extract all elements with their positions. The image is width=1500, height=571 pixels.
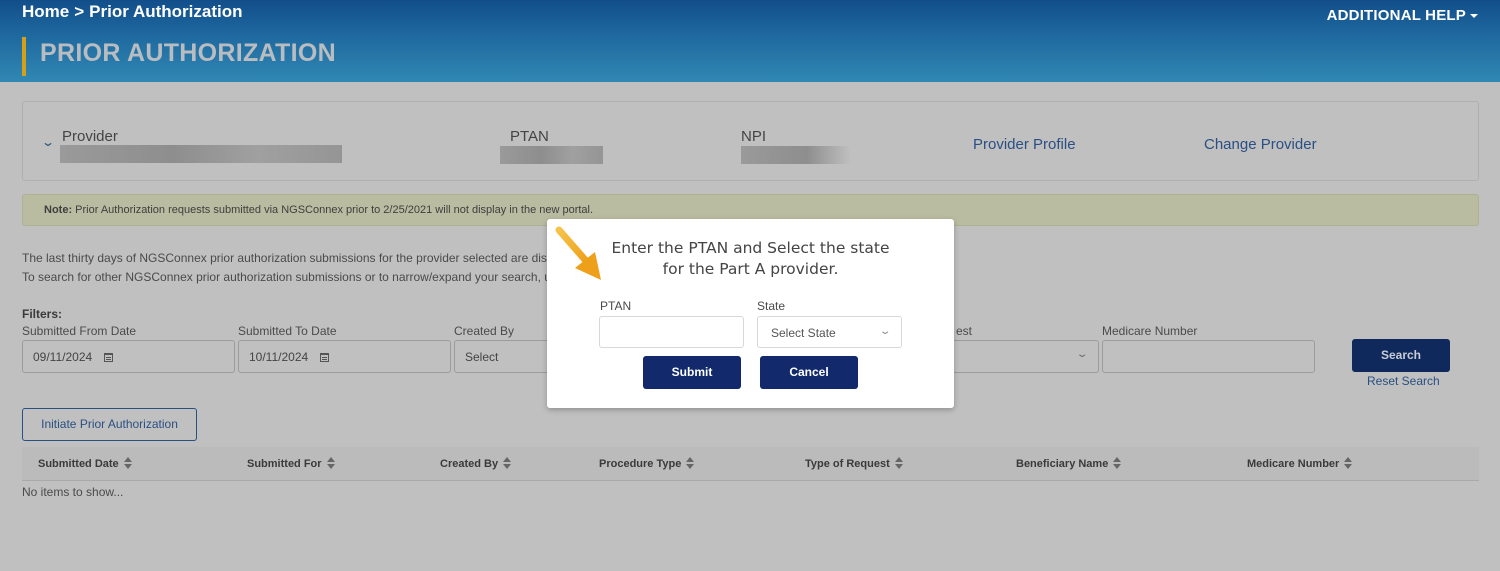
note-label: Note: (44, 204, 73, 216)
additional-help-label: ADDITIONAL HELP (1326, 7, 1466, 24)
breadcrumb-separator: > (74, 2, 85, 21)
column-medicare-number[interactable]: Medicare Number (1247, 457, 1353, 470)
page-title: PRIOR AUTHORIZATION (40, 39, 336, 67)
calendar-icon[interactable] (104, 353, 114, 362)
column-submitted-for[interactable]: Submitted For (247, 457, 336, 470)
created-by-value: Select (465, 350, 499, 364)
column-beneficiary-name[interactable]: Beneficiary Name (1016, 457, 1122, 470)
info-text-line2: To search for other NGSConnex prior auth… (22, 270, 551, 284)
submitted-from-label: Submitted From Date (22, 324, 137, 338)
modal-state-select[interactable]: Select State ⌄ (757, 316, 902, 348)
filters-title: Filters: (22, 307, 63, 321)
sort-icon[interactable] (326, 457, 336, 469)
modal-state-placeholder: Select State (771, 326, 836, 340)
medicare-number-input[interactable] (1102, 340, 1315, 373)
breadcrumb-current: Prior Authorization (89, 2, 243, 21)
provider-profile-link[interactable]: Provider Profile (973, 136, 1076, 153)
type-of-request-select[interactable]: ⌄ (954, 340, 1099, 373)
submitted-from-value: 09/11/2024 (33, 350, 93, 364)
chevron-down-icon: ⌄ (878, 326, 892, 337)
additional-help-menu[interactable]: ADDITIONAL HELP (1327, 7, 1478, 24)
provider-card: ⌄ Provider PTAN NPI Provider Profile Cha… (22, 101, 1479, 181)
sort-icon[interactable] (123, 457, 133, 469)
chevron-down-icon: ⌄ (1075, 349, 1089, 360)
sort-icon[interactable] (686, 457, 695, 469)
chevron-down-icon[interactable]: ⌄ (41, 135, 55, 149)
modal-cancel-button[interactable]: Cancel (760, 356, 858, 389)
modal-ptan-input[interactable] (599, 316, 744, 348)
modal-ptan-label: PTAN (600, 299, 632, 313)
change-provider-link[interactable]: Change Provider (1204, 136, 1317, 153)
breadcrumb-home[interactable]: Home (22, 2, 69, 22)
medicare-number-label: Medicare Number (1102, 324, 1198, 338)
sort-icon[interactable] (503, 457, 512, 469)
breadcrumb: Home > Prior Authorization (22, 2, 242, 22)
column-label: Beneficiary Name (1016, 458, 1109, 470)
column-type-of-request[interactable]: Type of Request (805, 457, 904, 470)
column-label: Created By (440, 458, 499, 470)
column-label: Medicare Number (1247, 458, 1340, 470)
column-label: Submitted Date (38, 458, 119, 470)
modal-submit-button[interactable]: Submit (643, 356, 741, 389)
provider-name-redacted (60, 145, 342, 163)
submitted-to-date-input[interactable]: 10/11/2024 (238, 340, 451, 373)
column-label: Submitted For (247, 458, 322, 470)
annotation-arrow-icon (555, 226, 601, 280)
submitted-to-label: Submitted To Date (238, 324, 337, 338)
submitted-to-value: 10/11/2024 (249, 350, 309, 364)
ptan-label: PTAN (510, 128, 549, 145)
npi-value-redacted (741, 146, 851, 164)
info-text-line1: The last thirty days of NGSConnex prior … (22, 251, 554, 265)
column-label: Type of Request (805, 458, 890, 470)
caret-down-icon (1470, 14, 1478, 19)
ptan-value-redacted (500, 146, 603, 164)
table-empty-message: No items to show... (22, 485, 124, 499)
column-procedure-type[interactable]: Procedure Type (599, 457, 695, 470)
title-accent-bar (22, 37, 26, 76)
table-header: Submitted Date Submitted For Created By … (22, 447, 1479, 481)
type-of-request-label: est (956, 324, 973, 338)
note-text: Prior Authorization requests submitted v… (72, 204, 594, 216)
calendar-icon[interactable] (320, 353, 330, 362)
sort-icon[interactable] (1344, 457, 1353, 469)
submitted-from-date-input[interactable]: 09/11/2024 (22, 340, 235, 373)
initiate-prior-authorization-button[interactable]: Initiate Prior Authorization (22, 408, 197, 441)
modal-state-label: State (757, 299, 786, 313)
search-button[interactable]: Search (1352, 339, 1450, 372)
provider-label: Provider (62, 128, 118, 145)
column-created-by[interactable]: Created By (440, 457, 512, 470)
sort-icon[interactable] (894, 457, 904, 469)
created-by-label: Created By (454, 324, 515, 338)
created-by-select[interactable]: Select (454, 340, 554, 373)
page-header: Home > Prior Authorization ADDITIONAL HELP… (0, 0, 1500, 82)
column-submitted-date[interactable]: Submitted Date (38, 457, 133, 470)
sort-icon[interactable] (1113, 457, 1122, 469)
column-label: Procedure Type (599, 458, 682, 470)
npi-label: NPI (741, 128, 767, 145)
reset-search-link[interactable]: Reset Search (1367, 374, 1440, 388)
